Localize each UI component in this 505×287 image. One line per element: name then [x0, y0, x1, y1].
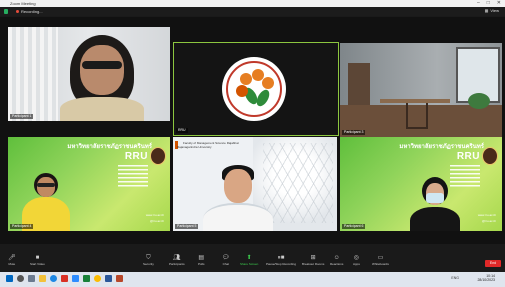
participant-name: Participant 3	[342, 130, 366, 135]
sunglasses	[82, 61, 122, 69]
meeting-topbar: Recording... ▦ View	[0, 7, 505, 16]
view-button[interactable]: ▦ View	[485, 8, 499, 13]
participant-name: Participant 1	[10, 114, 34, 119]
chat-button[interactable]: 💬︎ Chat	[222, 254, 230, 266]
slide-social: @rru.ac.th	[149, 219, 164, 223]
video-tile-2-active-speaker[interactable]: RRU	[173, 42, 339, 136]
slide-social: @rru.ac.th	[481, 219, 496, 223]
share-icon: ⬆	[246, 255, 252, 261]
video-tile-3[interactable]: Participant 3	[340, 43, 502, 137]
chat-icon: 💬︎	[222, 255, 230, 261]
close-button[interactable]: ✕	[497, 0, 501, 7]
video-button[interactable]: ■ Start Video	[30, 254, 45, 266]
smiley-icon: ☺	[333, 255, 340, 261]
app-icon[interactable]	[61, 275, 68, 282]
video-tile-6[interactable]: มหาวิทยาลัยราชภัฏราชนครินทร์ RRU www.rru…	[340, 137, 502, 231]
slide-website: www.rru.ac.th	[477, 213, 496, 217]
faculty-text: Faculty of Management Science Rajabhat R…	[177, 141, 239, 149]
participant-name: Participant 4	[10, 224, 34, 229]
language-indicator[interactable]: ENG	[451, 276, 459, 280]
participants-button[interactable]: 👥︎ Participants	[169, 254, 185, 266]
participant-name: RRU	[176, 128, 188, 133]
window-title: Zoom Meeting	[10, 1, 36, 6]
recording-indicator[interactable]: Recording...	[16, 9, 43, 14]
university-seal-icon	[482, 147, 498, 165]
apps-button[interactable]: ◎ Apps	[353, 254, 360, 266]
slide-brand: RRU	[124, 151, 148, 162]
zoom-app-icon[interactable]	[72, 275, 79, 282]
record-dot-icon	[16, 10, 19, 13]
file-explorer-icon[interactable]	[39, 275, 46, 282]
breakout-rooms-button[interactable]: ⊞ Breakout Rooms	[302, 254, 324, 266]
university-seal-icon	[150, 147, 166, 165]
edge-icon[interactable]	[50, 275, 57, 282]
whiteboards-button[interactable]: ▭ Whiteboards	[372, 254, 389, 266]
powerpoint-icon[interactable]	[116, 275, 123, 282]
shield-icon[interactable]	[4, 9, 8, 14]
security-button[interactable]: ⛉ Security	[143, 254, 154, 266]
poll-icon: ▤	[198, 255, 205, 261]
participant-name: Participant 6	[342, 224, 366, 229]
maximize-button[interactable]: □	[487, 0, 490, 7]
mute-button[interactable]: 🎤︎ Mute	[8, 254, 16, 266]
window-titlebar: Zoom Meeting – □ ✕	[0, 0, 505, 7]
slide-header: มหาวิทยาลัยราชภัฏราชนครินทร์	[67, 144, 152, 150]
recording-control-button[interactable]: ⏸■ Pause/Stop Recording	[266, 254, 296, 266]
breakout-icon: ⊞	[310, 255, 316, 261]
share-screen-button[interactable]: ⬆ Share Screen	[240, 254, 258, 266]
video-tile-1[interactable]: Participant 1	[8, 27, 170, 121]
apps-icon: ◎	[353, 255, 360, 261]
view-label: View	[490, 8, 499, 13]
minimize-button[interactable]: –	[477, 0, 480, 7]
app-icon[interactable]	[83, 275, 90, 282]
polls-button[interactable]: ▤ Polls	[198, 254, 205, 266]
recording-label: Recording...	[21, 9, 43, 14]
chrome-icon[interactable]	[94, 275, 101, 282]
end-meeting-button[interactable]: End	[485, 260, 501, 267]
search-icon[interactable]	[17, 275, 24, 282]
video-tile-5[interactable]: Faculty of Management Science Rajabhat R…	[173, 137, 337, 231]
slide-website: www.rru.ac.th	[145, 213, 164, 217]
people-icon: 👥︎	[173, 255, 181, 261]
participant-name: Participant 5	[175, 224, 199, 229]
task-view-icon[interactable]	[28, 275, 35, 282]
microphone-icon: 🎤︎	[8, 255, 16, 261]
reactions-button[interactable]: ☺ Reactions	[330, 254, 343, 266]
slide-header: มหาวิทยาลัยราชภัฏราชนครินทร์	[399, 144, 484, 150]
windows-taskbar: ENG 10:14 28/10/2023	[0, 272, 505, 287]
slide-brand: RRU	[456, 151, 480, 162]
word-icon[interactable]	[105, 275, 112, 282]
grid-view-icon: ▦	[484, 8, 489, 13]
camera-icon: ■	[35, 255, 40, 261]
video-tile-4[interactable]: มหาวิทยาลัยราชภัฏราชนครินทร์ RRU www.rru…	[8, 137, 170, 231]
pause-stop-icon: ⏸■	[277, 255, 285, 261]
whiteboard-icon: ▭	[377, 255, 384, 261]
shield-icon: ⛉	[146, 255, 151, 261]
system-clock[interactable]: 10:14 28/10/2023	[477, 274, 495, 282]
windows-start-icon[interactable]	[6, 275, 13, 282]
face-mask	[426, 193, 444, 203]
